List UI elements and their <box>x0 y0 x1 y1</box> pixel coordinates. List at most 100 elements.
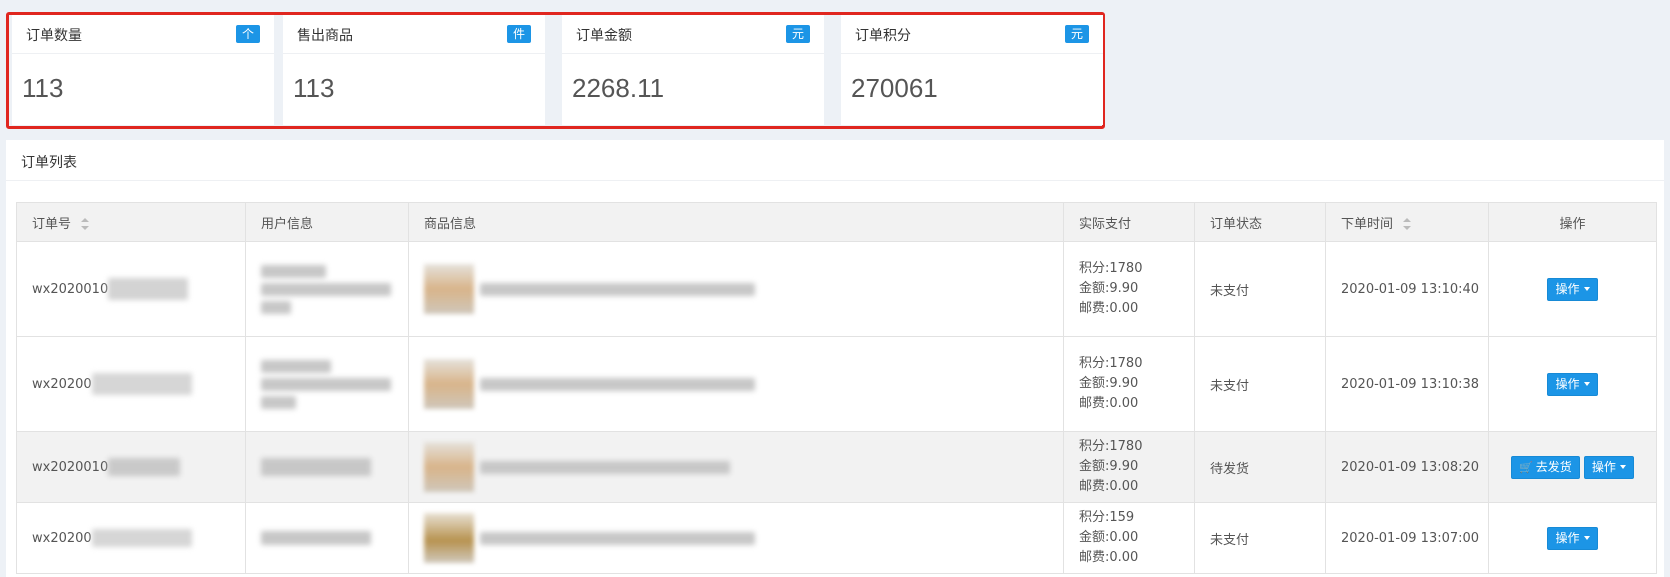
order-no-text: wx20200 <box>32 530 92 546</box>
pay-cell: 积分:1780 金额:9.90 邮费:0.00 <box>1063 241 1195 337</box>
pay-amount: 金额:9.90 <box>1079 281 1139 296</box>
action-dropdown-button[interactable]: 操作 <box>1583 455 1634 479</box>
action-cell: 操作 <box>1488 502 1657 574</box>
pay-amount: 金额:9.90 <box>1079 459 1139 474</box>
column-header-label: 商品信息 <box>424 216 477 232</box>
table-row: wx20200 积分:159 金额:0.00 邮费:0.00 未支付 2020-… <box>16 502 1657 574</box>
column-header-user: 用户信息 <box>245 202 409 242</box>
divider <box>562 53 824 54</box>
order-no-text: wx20200 <box>32 376 92 392</box>
column-header-pay: 实际支付 <box>1063 202 1195 242</box>
goods-info-cell <box>408 431 1064 503</box>
pay-cell: 积分:1780 金额:9.90 邮费:0.00 <box>1063 431 1195 503</box>
time-cell: 2020-01-09 13:07:00 <box>1325 502 1489 574</box>
stat-value: 270061 <box>851 73 938 103</box>
action-dropdown-button[interactable]: 操作 <box>1547 277 1598 301</box>
divider <box>6 180 1664 181</box>
column-header-action: 操作 <box>1488 202 1657 242</box>
pay-cell: 积分:159 金额:0.00 邮费:0.00 <box>1063 502 1195 574</box>
action-cell: 🛒 去发货 操作 <box>1488 431 1657 503</box>
redacted-order-suffix <box>91 529 192 547</box>
divider <box>283 53 545 54</box>
redacted-order-suffix <box>108 458 181 476</box>
stat-card-order-points: 订单积分 元 270061 <box>841 15 1103 125</box>
order-no-cell: wx20200 <box>16 336 246 432</box>
pay-cell: 积分:1780 金额:9.90 邮费:0.00 <box>1063 336 1195 432</box>
stat-value: 2268.11 <box>572 73 665 103</box>
stat-title: 订单积分 <box>855 28 911 44</box>
redacted-goods-name <box>480 282 755 297</box>
order-no-cell: wx20200 <box>16 502 246 574</box>
redacted-user-info <box>261 458 371 476</box>
pay-points: 积分:1780 <box>1079 261 1143 276</box>
goods-thumbnail <box>424 264 474 314</box>
pay-points: 积分:1780 <box>1079 356 1143 371</box>
stat-unit-badge: 元 <box>1064 25 1089 43</box>
column-header-time[interactable]: 下单时间 <box>1325 202 1489 242</box>
goods-info-cell <box>408 241 1064 337</box>
redacted-goods-name <box>480 377 755 392</box>
order-no-cell: wx2020010 <box>16 431 246 503</box>
action-label: 操作 <box>1591 459 1616 474</box>
caret-down-icon <box>1583 382 1590 386</box>
column-header-label: 订单状态 <box>1210 216 1263 232</box>
sort-icon[interactable] <box>1403 217 1412 230</box>
redacted-goods-name <box>480 460 730 475</box>
column-header-label: 实际支付 <box>1079 216 1132 232</box>
action-dropdown-button[interactable]: 操作 <box>1547 372 1598 396</box>
pay-points: 积分:159 <box>1079 510 1135 525</box>
order-no-cell: wx2020010 <box>16 241 246 337</box>
user-info-cell <box>245 502 409 574</box>
status-cell: 未支付 <box>1194 336 1326 432</box>
stat-card-order-count: 订单数量 个 113 <box>12 15 274 125</box>
pay-points: 积分:1780 <box>1079 439 1143 454</box>
goods-thumbnail <box>424 359 474 409</box>
redacted-goods-name <box>480 531 755 546</box>
pay-shipping: 邮费:0.00 <box>1079 396 1139 411</box>
action-label: 操作 <box>1555 530 1580 545</box>
order-list-panel: 订单列表 订单号 用户信息 商品信息 实际支付 订单状态 下单时间 操作 wx2… <box>6 140 1664 577</box>
redacted-order-suffix <box>108 278 189 300</box>
action-label: 操作 <box>1555 281 1580 296</box>
stat-unit-badge: 件 <box>506 25 531 43</box>
ship-button[interactable]: 🛒 去发货 <box>1511 455 1580 479</box>
stat-unit-badge: 元 <box>785 25 810 43</box>
stat-title: 订单金额 <box>576 28 632 44</box>
stat-value: 113 <box>293 73 335 103</box>
action-cell: 操作 <box>1488 241 1657 337</box>
goods-thumbnail <box>424 442 474 492</box>
action-cell: 操作 <box>1488 336 1657 432</box>
divider <box>12 53 274 54</box>
user-info-cell <box>245 336 409 432</box>
column-header-label: 操作 <box>1559 216 1586 232</box>
stat-title: 售出商品 <box>297 28 353 44</box>
redacted-user-info <box>261 355 391 414</box>
column-header-label: 用户信息 <box>261 216 314 232</box>
status-cell: 未支付 <box>1194 241 1326 337</box>
goods-info-cell <box>408 336 1064 432</box>
stat-card-goods-sold: 售出商品 件 113 <box>283 15 545 125</box>
cart-icon: 🛒 <box>1519 460 1533 474</box>
goods-info-cell <box>408 502 1064 574</box>
stat-value: 113 <box>22 73 64 103</box>
column-header-goods: 商品信息 <box>408 202 1064 242</box>
action-dropdown-button[interactable]: 操作 <box>1547 526 1598 550</box>
pay-shipping: 邮费:0.00 <box>1079 550 1139 565</box>
divider <box>841 53 1103 54</box>
user-info-cell <box>245 431 409 503</box>
panel-title: 订单列表 <box>21 155 77 171</box>
redacted-user-info <box>261 260 391 319</box>
caret-down-icon <box>1583 287 1590 291</box>
pay-shipping: 邮费:0.00 <box>1079 301 1139 316</box>
redacted-user-info <box>261 531 371 546</box>
column-header-status: 订单状态 <box>1194 202 1326 242</box>
pay-amount: 金额:9.90 <box>1079 376 1139 391</box>
time-cell: 2020-01-09 13:10:38 <box>1325 336 1489 432</box>
table-row: wx2020010 积分:1780 金额:9.90 邮费:0.00 未支付 20… <box>16 241 1657 337</box>
status-cell: 待发货 <box>1194 431 1326 503</box>
time-cell: 2020-01-09 13:10:40 <box>1325 241 1489 337</box>
caret-down-icon <box>1583 536 1590 540</box>
table-row: wx20200 积分:1780 金额:9.90 邮费:0.00 未支付 2020… <box>16 336 1657 432</box>
column-header-order-no[interactable]: 订单号 <box>16 202 246 242</box>
sort-icon[interactable] <box>81 217 90 230</box>
